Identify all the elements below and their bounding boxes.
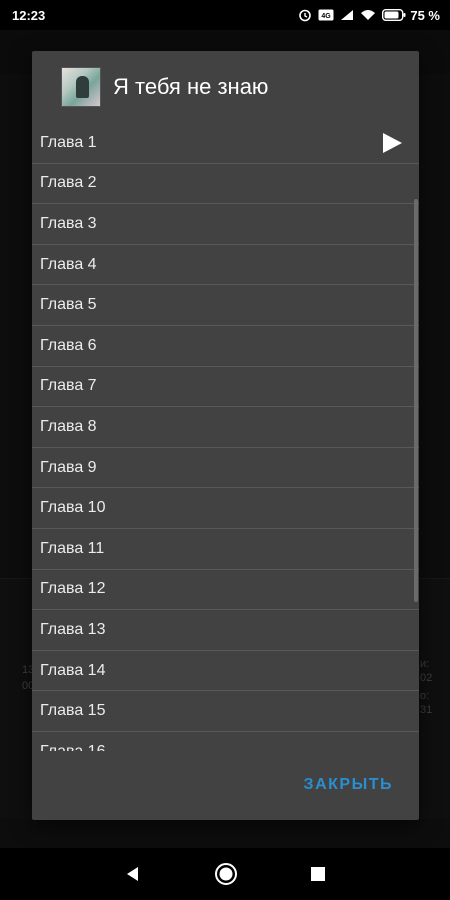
- battery-indicator: 75 %: [382, 8, 440, 23]
- chapter-item[interactable]: Глава 12: [32, 570, 419, 611]
- recents-icon[interactable]: [310, 866, 326, 882]
- chapter-label: Глава 5: [40, 296, 97, 314]
- chapter-list[interactable]: Глава 1 Глава 2 Глава 3 Глава 4 Глава 5 …: [32, 123, 419, 751]
- chapter-label: Глава 12: [40, 580, 106, 598]
- chapter-item[interactable]: Глава 10: [32, 488, 419, 529]
- chapter-item[interactable]: Глава 1: [32, 123, 419, 164]
- chapter-label: Глава 16: [40, 743, 105, 751]
- signal-icon: [341, 10, 354, 20]
- chapter-item[interactable]: Глава 13: [32, 610, 419, 651]
- chapter-label: Глава 3: [40, 214, 97, 232]
- chapter-item[interactable]: Глава 4: [32, 245, 419, 286]
- back-icon[interactable]: [124, 865, 142, 883]
- chapter-label: Глава 11: [40, 539, 105, 557]
- close-button[interactable]: ЗАКРЫТЬ: [304, 776, 393, 794]
- book-cover-image: [61, 67, 101, 107]
- chapters-dialog: Я тебя не знаю Глава 1 Глава 2 Глава 3 Г…: [32, 51, 419, 820]
- chapter-item[interactable]: Глава 9: [32, 448, 419, 489]
- chapter-label: Глава 8: [40, 417, 97, 435]
- chapter-label: Глава 4: [40, 255, 97, 273]
- chapter-label: Глава 2: [40, 174, 97, 192]
- home-icon[interactable]: [214, 862, 238, 886]
- chapter-label: Глава 14: [40, 661, 106, 679]
- dialog-title: Я тебя не знаю: [113, 74, 269, 99]
- chapter-item[interactable]: Глава 14: [32, 651, 419, 692]
- chapter-item[interactable]: Глава 11: [32, 529, 419, 570]
- chapter-item[interactable]: Глава 2: [32, 164, 419, 205]
- svg-text:4G: 4G: [322, 13, 332, 20]
- chapter-label: Глава 10: [40, 499, 106, 517]
- chapter-item[interactable]: Глава 16: [32, 732, 419, 751]
- chapter-item[interactable]: Глава 5: [32, 285, 419, 326]
- chapter-item[interactable]: Глава 15: [32, 691, 419, 732]
- wifi-icon: [361, 10, 376, 20]
- volte-icon: 4G: [318, 9, 334, 21]
- chapter-label: Глава 1: [40, 133, 97, 151]
- chapter-label: Глава 9: [40, 458, 97, 476]
- chapter-label: Глава 6: [40, 336, 97, 354]
- dialog-header: Я тебя не знаю: [32, 51, 419, 123]
- chapter-label: Глава 15: [40, 702, 106, 720]
- alarm-icon: [299, 9, 312, 22]
- chapter-item[interactable]: Глава 8: [32, 407, 419, 448]
- status-bar: 12:23 4G 75 %: [0, 0, 450, 30]
- battery-icon: [382, 9, 406, 21]
- chapter-label: Глава 13: [40, 620, 106, 638]
- chapter-label: Глава 7: [40, 377, 97, 395]
- chapter-item[interactable]: Глава 6: [32, 326, 419, 367]
- battery-percent: 75 %: [410, 7, 440, 23]
- status-icons: 4G 75 %: [298, 8, 440, 23]
- chapter-item[interactable]: Глава 7: [32, 367, 419, 408]
- play-icon[interactable]: [381, 132, 403, 154]
- chapter-item[interactable]: Глава 3: [32, 204, 419, 245]
- navigation-bar: [0, 848, 450, 900]
- status-time: 12:23: [12, 7, 46, 23]
- list-scrollbar[interactable]: [414, 199, 418, 602]
